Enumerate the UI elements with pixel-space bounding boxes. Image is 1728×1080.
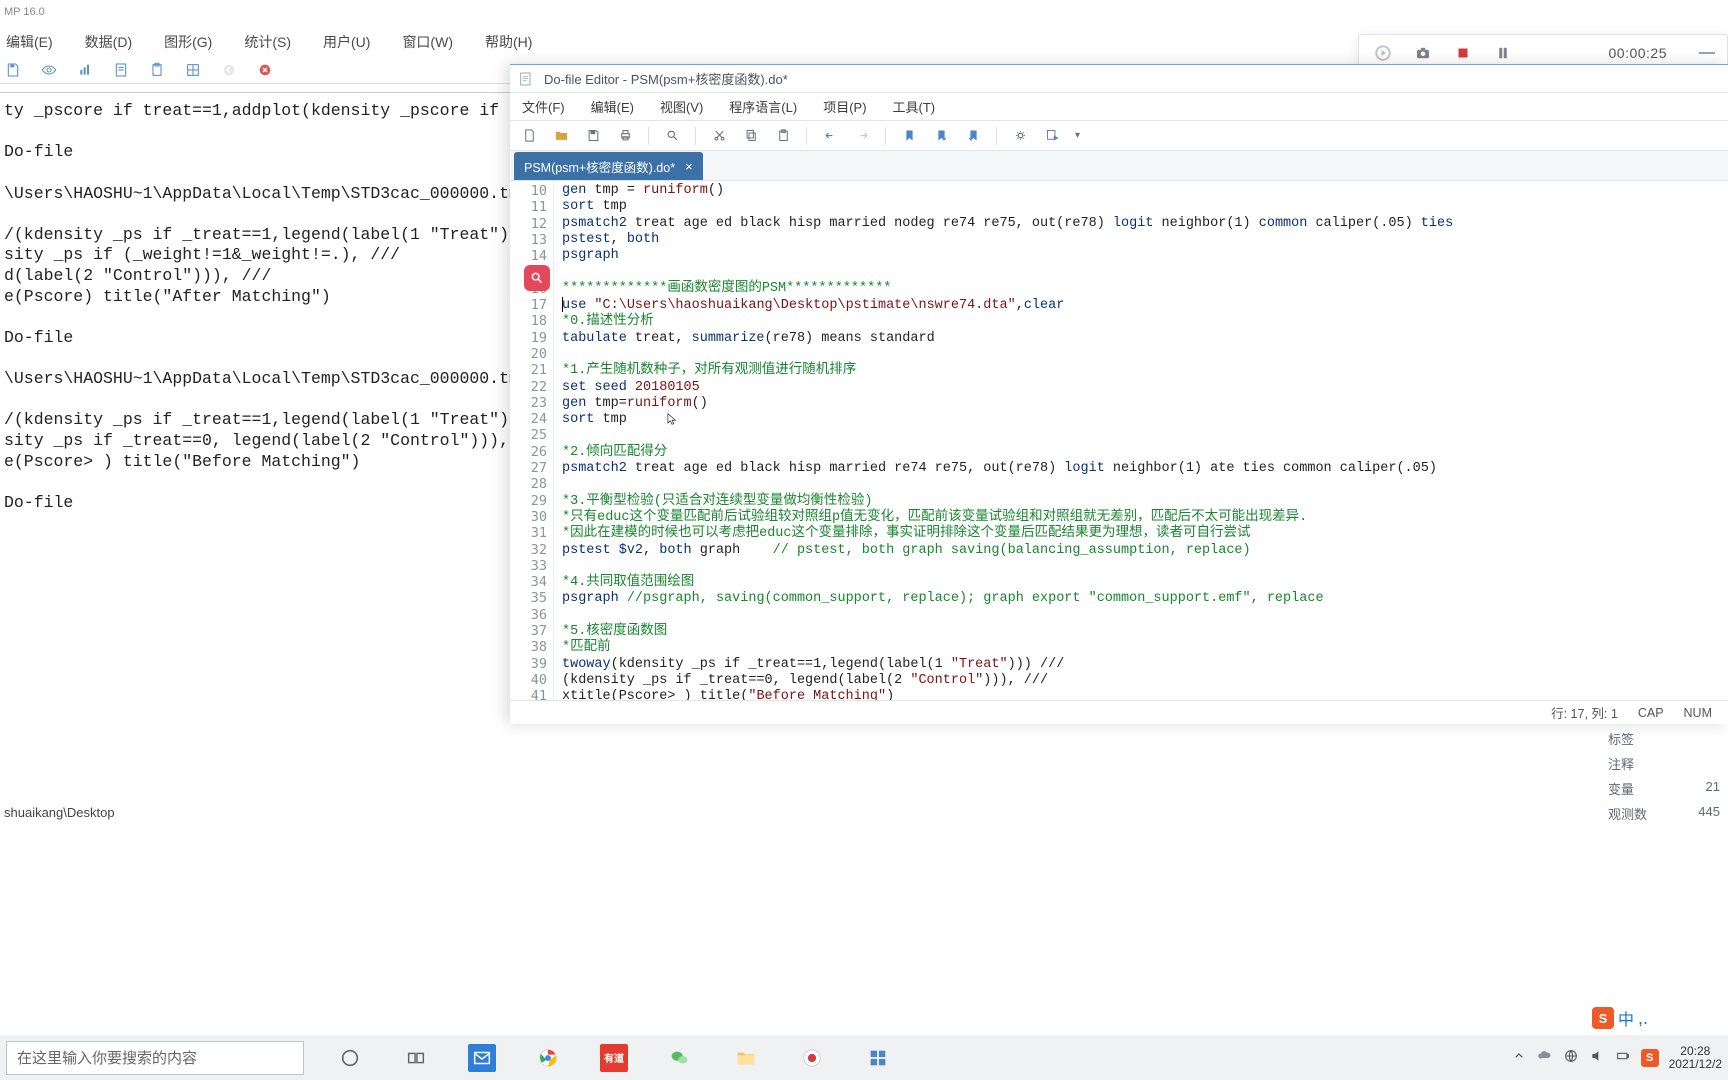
- cut-icon[interactable]: [710, 127, 728, 145]
- file-tab[interactable]: PSM(psm+核密度函数).do* ×: [514, 152, 703, 180]
- dofile-app-icon: [518, 71, 534, 87]
- doc-icon[interactable]: [112, 61, 130, 79]
- menu-edit[interactable]: 编辑(E): [6, 32, 53, 52]
- tray-up-icon[interactable]: [1511, 1048, 1527, 1067]
- rec-minimize[interactable]: [1699, 52, 1715, 54]
- toolbar-separator: [648, 127, 649, 145]
- dofile-toolbar: ▾: [510, 121, 1728, 151]
- search-hint: 在这里输入你要搜索的内容: [17, 1047, 197, 1068]
- help-icon[interactable]: [1011, 127, 1029, 145]
- view-icon[interactable]: [40, 61, 58, 79]
- window-titlebar[interactable]: Do-file Editor - PSM(psm+核密度函数).do*: [510, 65, 1728, 93]
- status-num: NUM: [1684, 706, 1712, 720]
- youdao-icon[interactable]: 有道: [600, 1044, 628, 1072]
- tab-strip: PSM(psm+核密度函数).do* ×: [510, 151, 1728, 181]
- prop-label: 标签: [1600, 726, 1728, 751]
- chart-icon[interactable]: [76, 61, 94, 79]
- recorder-app-icon[interactable]: [798, 1044, 826, 1072]
- paste-icon[interactable]: [774, 127, 792, 145]
- menu-project[interactable]: 项目(P): [823, 97, 866, 116]
- menu-file[interactable]: 文件(F): [522, 97, 565, 116]
- bookmark-toggle-icon[interactable]: [900, 127, 918, 145]
- taskbar-clock[interactable]: 20:28 2021/12/2: [1669, 1045, 1722, 1070]
- editor-statusbar: 行: 17, 列: 1 CAP NUM: [510, 700, 1728, 724]
- window-title: Do-file Editor - PSM(psm+核密度函数).do*: [544, 69, 788, 88]
- redo-icon[interactable]: [853, 127, 871, 145]
- undo-icon[interactable]: [821, 127, 839, 145]
- menu-window[interactable]: 窗口(W): [402, 32, 453, 52]
- rec-stop-icon[interactable]: [1451, 41, 1475, 65]
- dofile-editor-window[interactable]: Do-file Editor - PSM(psm+核密度函数).do* 文件(F…: [510, 64, 1728, 724]
- working-dir: shuaikang\Desktop: [0, 805, 1728, 829]
- rec-start-icon[interactable]: [1371, 41, 1395, 65]
- battery-icon[interactable]: [1615, 1048, 1631, 1067]
- menu-user[interactable]: 用户(U): [323, 32, 370, 52]
- chrome-icon[interactable]: [534, 1044, 562, 1072]
- toolbar-separator: [885, 127, 886, 145]
- taskbar-search[interactable]: 在这里输入你要搜索的内容: [6, 1041, 304, 1075]
- clipboard-icon[interactable]: [148, 61, 166, 79]
- search-icon[interactable]: [663, 127, 681, 145]
- toolbar-separator: [695, 127, 696, 145]
- stata-app-icon[interactable]: [864, 1044, 892, 1072]
- run-do-icon[interactable]: [1043, 127, 1061, 145]
- mail-icon[interactable]: [468, 1044, 496, 1072]
- ime-tray-icon[interactable]: S: [1641, 1049, 1659, 1067]
- menu-help[interactable]: 帮助(H): [485, 32, 532, 52]
- ime-more: ,.: [1638, 1008, 1648, 1029]
- menu-stats[interactable]: 统计(S): [244, 32, 291, 52]
- task-view-icon[interactable]: [402, 1044, 430, 1072]
- variables-properties: 标签 注释 变量21 观测数445: [1600, 726, 1728, 826]
- code-editor[interactable]: 10 11 12 13 14 15 16 17 18 19 20 21 22 2…: [510, 181, 1728, 701]
- grid-icon[interactable]: [184, 61, 202, 79]
- rec-elapsed: 00:00:25: [1609, 45, 1668, 61]
- save-icon[interactable]: [4, 61, 22, 79]
- prop-obs: 观测数445: [1600, 801, 1728, 826]
- open-folder-icon[interactable]: [552, 127, 570, 145]
- wechat-icon[interactable]: [666, 1044, 694, 1072]
- taskbar[interactable]: 在这里输入你要搜索的内容 有道 S 20:28 2021/12/2: [0, 1035, 1728, 1080]
- results-pane[interactable]: ty _pscore if treat==1,addplot(kdensity …: [0, 92, 510, 712]
- menu-lang[interactable]: 程序语言(L): [729, 97, 797, 116]
- explorer-icon[interactable]: [732, 1044, 760, 1072]
- sogou-icon: S: [1592, 1007, 1614, 1029]
- rec-pause-icon[interactable]: [1491, 41, 1515, 65]
- chevron-down-icon[interactable]: ▾: [1075, 130, 1080, 141]
- status-line: 行: 17, 列: 1: [1551, 703, 1618, 722]
- clock-date: 2021/12/2: [1669, 1058, 1722, 1071]
- file-tab-label: PSM(psm+核密度函数).do*: [524, 157, 675, 176]
- new-file-icon[interactable]: [520, 127, 538, 145]
- print-icon[interactable]: [616, 127, 634, 145]
- bookmark-prev-icon[interactable]: [964, 127, 982, 145]
- bookmark-next-icon[interactable]: [932, 127, 950, 145]
- network-icon[interactable]: [1563, 1048, 1579, 1067]
- copy-icon[interactable]: [742, 127, 760, 145]
- volume-icon[interactable]: [1589, 1048, 1605, 1067]
- menu-view[interactable]: 视图(V): [660, 97, 703, 116]
- cortana-icon[interactable]: [336, 1044, 364, 1072]
- app-title: MP 16.0: [4, 6, 45, 18]
- menu-tools[interactable]: 工具(T): [893, 97, 936, 116]
- line-gutter: 10 11 12 13 14 15 16 17 18 19 20 21 22 2…: [510, 181, 554, 701]
- clock-time: 20:28: [1669, 1045, 1722, 1058]
- code-content[interactable]: gen tmp = runiform() sort tmp psmatch2 t…: [554, 181, 1728, 701]
- menu-graph[interactable]: 图形(G): [164, 32, 212, 52]
- dofile-menubar: 文件(F) 编辑(E) 视图(V) 程序语言(L) 项目(P) 工具(T): [510, 93, 1728, 121]
- back-icon: [220, 61, 238, 79]
- close-tab-icon[interactable]: ×: [685, 159, 693, 174]
- toolbar-separator: [996, 127, 997, 145]
- find-badge-icon[interactable]: [524, 265, 550, 291]
- close-icon[interactable]: [256, 61, 274, 79]
- save-icon[interactable]: [584, 127, 602, 145]
- toolbar-separator: [806, 127, 807, 145]
- camera-icon[interactable]: [1411, 41, 1435, 65]
- menu-data[interactable]: 数据(D): [85, 32, 132, 52]
- onedrive-icon[interactable]: [1537, 1048, 1553, 1067]
- prop-notes: 注释: [1600, 751, 1728, 776]
- prop-vars: 变量21: [1600, 776, 1728, 801]
- ime-lang: 中: [1618, 1006, 1634, 1030]
- ime-indicator[interactable]: S 中 ,.: [1592, 1004, 1672, 1032]
- status-cap: CAP: [1638, 706, 1664, 720]
- menu-edit[interactable]: 编辑(E): [591, 97, 634, 116]
